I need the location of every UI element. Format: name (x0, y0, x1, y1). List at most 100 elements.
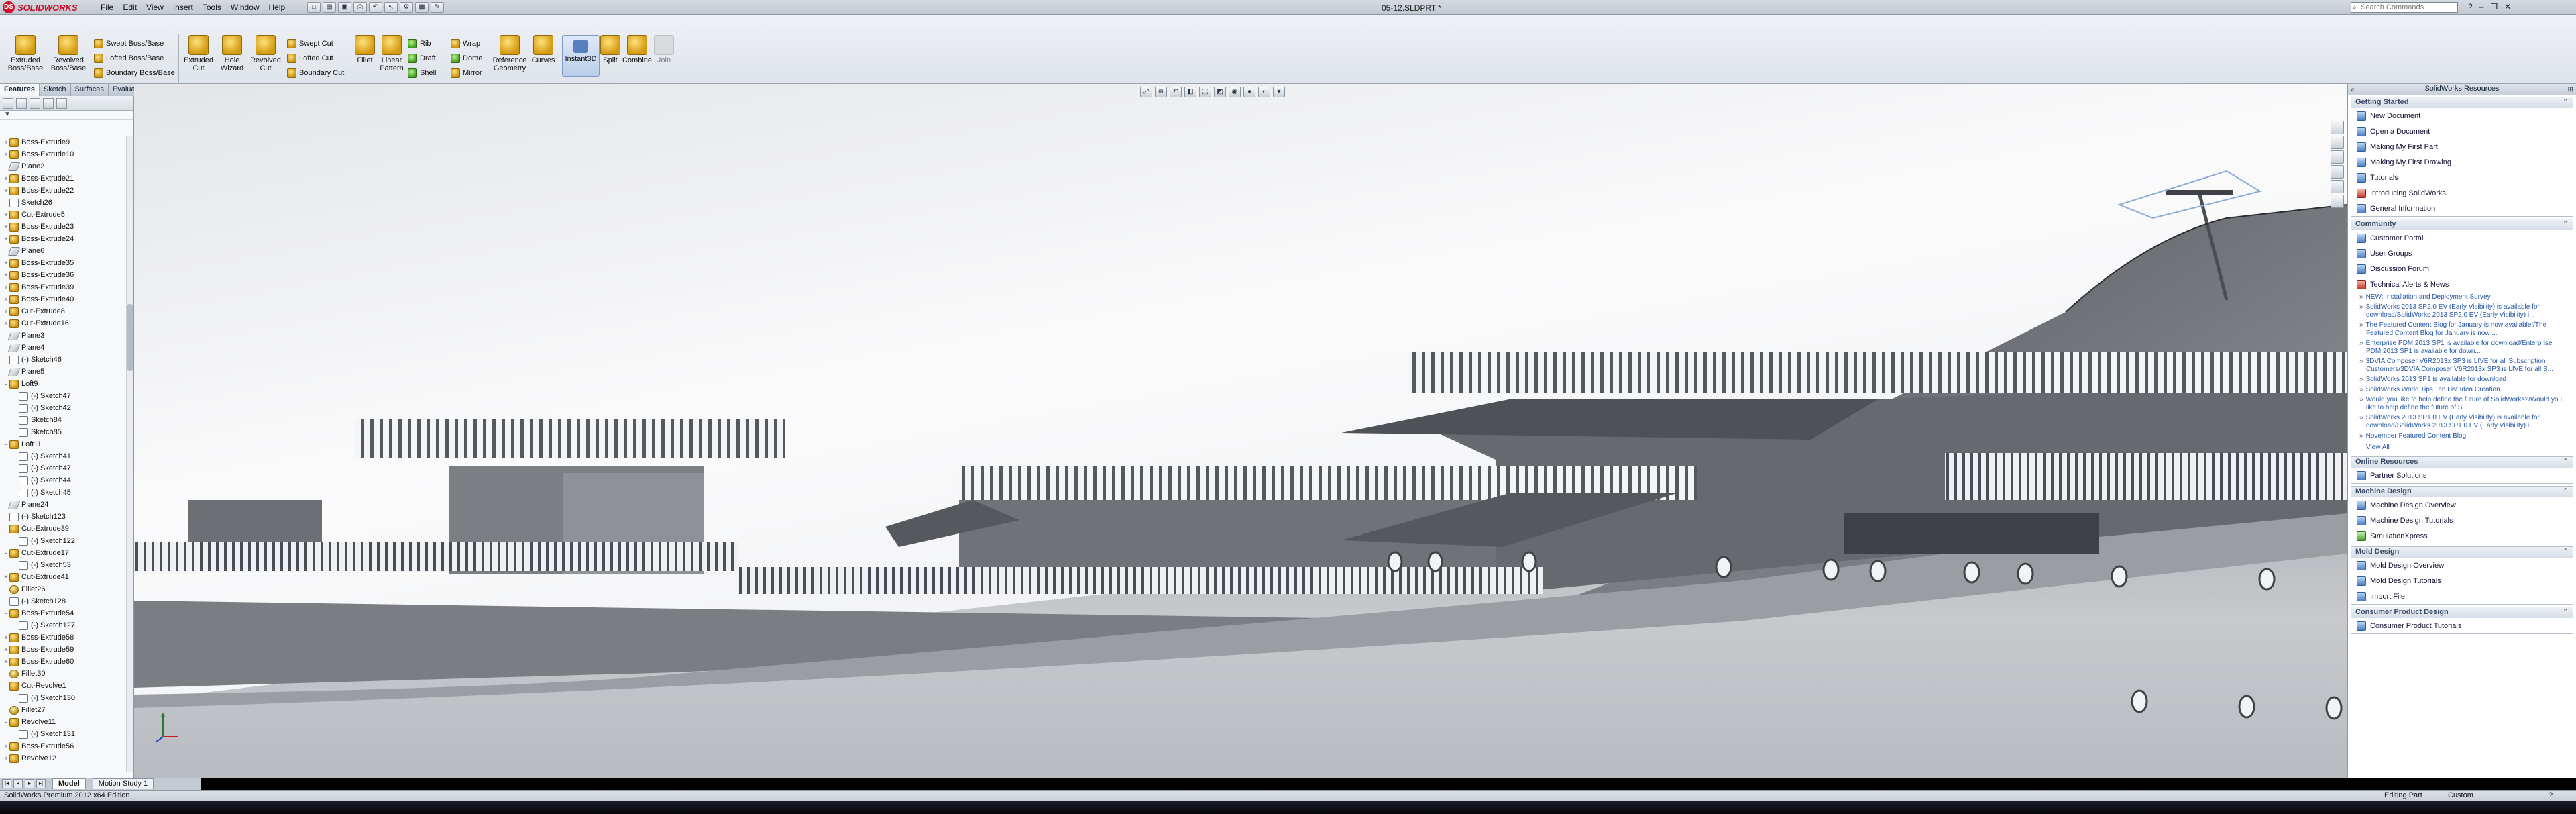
dome-button[interactable]: Dome (451, 52, 482, 65)
expand-icon[interactable]: + (3, 574, 9, 580)
zoom-to-area-icon[interactable]: ⊕ (1155, 87, 1167, 97)
feature-tree-scrollbar[interactable] (126, 136, 133, 772)
reference-geometry-button[interactable]: Reference Geometry (488, 35, 531, 89)
resource-link[interactable]: Customer Portal (2351, 230, 2573, 246)
zoom-to-fit-icon[interactable]: ⤢ (1140, 87, 1152, 97)
search-commands-input[interactable]: ⌕ Search Commands (2351, 2, 2458, 13)
ship-model[interactable] (134, 84, 2347, 778)
view-palette-icon[interactable] (2331, 165, 2344, 179)
tree-node[interactable]: Plane3 (0, 329, 125, 342)
save-icon[interactable]: ▣ (338, 2, 351, 13)
file-properties-icon[interactable]: ▦ (415, 2, 429, 13)
resource-link[interactable]: Consumer Product Tutorials (2351, 618, 2573, 633)
news-item[interactable]: SolidWorks 2013 SP1 is available for dow… (2366, 376, 2569, 384)
swept-boss-button[interactable]: Swept Boss/Base (94, 37, 164, 50)
tree-node[interactable]: (-) Sketch44 (0, 474, 125, 487)
tree-node[interactable]: (-) Sketch47 (0, 390, 125, 402)
tree-node[interactable]: - Cut-Extrude39 (0, 523, 125, 535)
view-all-link[interactable]: View All (2351, 444, 2573, 454)
instant3d-button[interactable]: Instant3D (562, 35, 600, 77)
property-manager-icon[interactable] (16, 98, 27, 109)
expand-icon[interactable]: + (3, 284, 9, 291)
section-header[interactable]: Online Resources ⌃ (2351, 457, 2573, 468)
appearances-icon[interactable] (2331, 180, 2344, 193)
tree-node[interactable]: (-) Sketch127 (0, 619, 125, 631)
mirror-button[interactable]: Mirror (451, 66, 482, 80)
news-item[interactable]: The Featured Content Blog for January is… (2366, 321, 2569, 338)
collapse-section-icon[interactable]: ⌃ (2563, 487, 2569, 497)
tree-node[interactable]: (-) Sketch123 (0, 511, 125, 523)
lofted-boss-button[interactable]: Lofted Boss/Base (94, 52, 164, 65)
collapse-icon[interactable]: - (3, 682, 9, 689)
options-icon[interactable]: ✎ (431, 2, 444, 13)
section-header[interactable]: Machine Design ⌃ (2351, 487, 2573, 497)
boundary-cut-button[interactable]: Boundary Cut (287, 66, 344, 80)
configuration-manager-icon[interactable] (30, 98, 40, 109)
collapse-section-icon[interactable]: ⌃ (2563, 219, 2569, 230)
tree-node[interactable]: + Boss-Extrude21 (0, 172, 125, 185)
draft-button[interactable]: Draft (408, 52, 436, 65)
linear-pattern-button[interactable]: Linear Pattern (373, 35, 410, 89)
shell-button[interactable]: Shell (408, 66, 436, 80)
expand-icon[interactable]: + (3, 634, 9, 641)
collapse-icon[interactable]: - (3, 610, 9, 617)
rib-button[interactable]: Rib (408, 37, 431, 50)
restore-icon[interactable]: ❐ (2490, 2, 2498, 11)
resource-link[interactable]: Mold Design Overview (2351, 558, 2573, 573)
tree-node[interactable]: (-) Sketch46 (0, 354, 125, 366)
hide-show-items-icon[interactable]: ◉ (1229, 87, 1241, 97)
tree-node[interactable]: + Boss-Extrude9 (0, 136, 125, 148)
menu-file[interactable]: File (101, 3, 113, 12)
tree-node[interactable]: Plane6 (0, 245, 125, 257)
hole-wizard-button[interactable]: Hole Wizard (213, 35, 251, 89)
news-item[interactable]: 3DVIA Composer V6R2013x SP3 is LIVE for … (2366, 358, 2569, 374)
revolved-boss-button[interactable]: Revolved Boss/Base (50, 35, 87, 89)
tree-node[interactable]: - Boss-Extrude54 (0, 607, 125, 619)
expand-icon[interactable]: + (3, 296, 9, 303)
join-button[interactable]: Join (651, 35, 677, 89)
tree-node[interactable]: + Boss-Extrude22 (0, 185, 125, 197)
expand-icon[interactable]: + (3, 272, 9, 278)
custom-properties-icon[interactable] (2331, 195, 2344, 208)
previous-view-icon[interactable]: ↶ (1170, 87, 1182, 97)
tree-node[interactable]: (-) Sketch42 (0, 402, 125, 414)
tab-features[interactable]: Features (0, 84, 40, 96)
tree-node[interactable]: Plane4 (0, 342, 125, 354)
tree-node[interactable]: + Boss-Extrude59 (0, 644, 125, 656)
section-header[interactable]: Getting Started ⌃ (2351, 97, 2573, 108)
expand-icon[interactable]: + (3, 658, 9, 665)
section-view-icon[interactable]: ◧ (1184, 87, 1196, 97)
collapse-section-icon[interactable]: ⌃ (2563, 457, 2569, 467)
undo-icon[interactable]: ↶ (369, 2, 382, 13)
section-header[interactable]: Consumer Product Design ⌃ (2351, 607, 2573, 618)
section-header[interactable]: Mold Design ⌃ (2351, 547, 2573, 558)
tree-node[interactable]: + Boss-Extrude35 (0, 257, 125, 269)
news-item[interactable]: SolidWorks World Tips Ten List Idea Crea… (2366, 386, 2569, 394)
expand-icon[interactable]: + (3, 236, 9, 242)
select-icon[interactable]: ↖ (384, 2, 398, 13)
tree-node[interactable]: Fillet30 (0, 668, 125, 680)
first-tab-icon[interactable]: |◂ (2, 779, 11, 788)
tree-node[interactable]: + Boss-Extrude24 (0, 233, 125, 245)
collapse-icon[interactable]: - (3, 441, 9, 448)
menu-help[interactable]: Help (269, 3, 286, 12)
tab-sketch[interactable]: Sketch (39, 84, 71, 96)
news-item[interactable]: Enterprise PDM 2013 SP1 is available for… (2366, 340, 2569, 356)
tree-node[interactable]: + Boss-Extrude36 (0, 269, 125, 281)
revolved-cut-button[interactable]: Revolved Cut (247, 35, 284, 89)
tree-node[interactable]: + Boss-Extrude60 (0, 656, 125, 668)
design-library-icon[interactable] (2331, 136, 2344, 149)
news-item[interactable]: Would you like to help define the future… (2366, 396, 2569, 412)
menu-view[interactable]: View (146, 3, 164, 12)
tree-node[interactable]: (-) Sketch53 (0, 559, 125, 571)
collapse-section-icon[interactable]: ⌃ (2563, 547, 2569, 557)
tree-node[interactable]: - Revolve11 (0, 716, 125, 728)
resource-link[interactable]: SimulationXpress (2351, 528, 2573, 544)
resource-link[interactable]: Introducing SolidWorks (2351, 185, 2573, 201)
tree-node[interactable]: Plane5 (0, 366, 125, 378)
resource-link[interactable]: Import File (2351, 589, 2573, 604)
scrollbar-thumb[interactable] (127, 304, 133, 371)
tree-node[interactable]: - Cut-Revolve1 (0, 680, 125, 692)
pin-icon[interactable]: ⊞ (2568, 85, 2573, 95)
expand-icon[interactable]: + (3, 211, 9, 218)
